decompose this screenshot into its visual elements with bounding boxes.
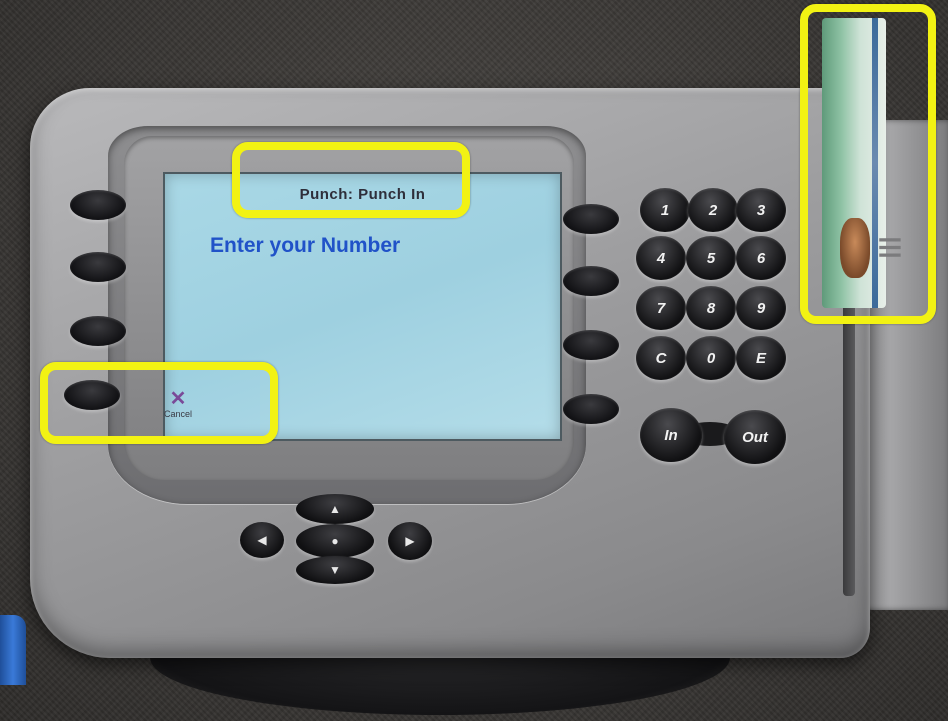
right-softkey-1[interactable]: [563, 204, 619, 234]
nav-down-button[interactable]: ▼: [296, 556, 374, 584]
nav-up-button[interactable]: ▲: [296, 494, 374, 524]
right-softkey-2[interactable]: [563, 266, 619, 296]
key-c[interactable]: C: [636, 336, 686, 380]
key-0[interactable]: 0: [686, 336, 736, 380]
key-3[interactable]: 3: [736, 188, 786, 232]
card-highlight-box: [800, 4, 936, 324]
key-2[interactable]: 2: [688, 188, 738, 232]
key-1[interactable]: 1: [640, 188, 690, 232]
key-5[interactable]: 5: [686, 236, 736, 280]
key-7[interactable]: 7: [636, 286, 686, 330]
left-softkey-2[interactable]: [70, 252, 126, 282]
key-9[interactable]: 9: [736, 286, 786, 330]
left-softkey-1[interactable]: [70, 190, 126, 220]
title-highlight-box: [232, 142, 470, 218]
key-6[interactable]: 6: [736, 236, 786, 280]
right-softkey-4[interactable]: [563, 394, 619, 424]
key-8[interactable]: 8: [686, 286, 736, 330]
key-e[interactable]: E: [736, 336, 786, 380]
nav-left-button[interactable]: ◀: [240, 522, 284, 558]
network-cable: [0, 615, 26, 685]
key-4[interactable]: 4: [636, 236, 686, 280]
right-softkey-3[interactable]: [563, 330, 619, 360]
cancel-highlight-box: [40, 362, 278, 444]
nav-right-button[interactable]: ▶: [388, 522, 432, 560]
nav-center-button[interactable]: ●: [296, 524, 374, 558]
left-softkey-3[interactable]: [70, 316, 126, 346]
in-button[interactable]: In: [640, 408, 702, 462]
out-button[interactable]: Out: [724, 410, 786, 464]
screen-prompt: Enter your Number: [210, 234, 401, 257]
